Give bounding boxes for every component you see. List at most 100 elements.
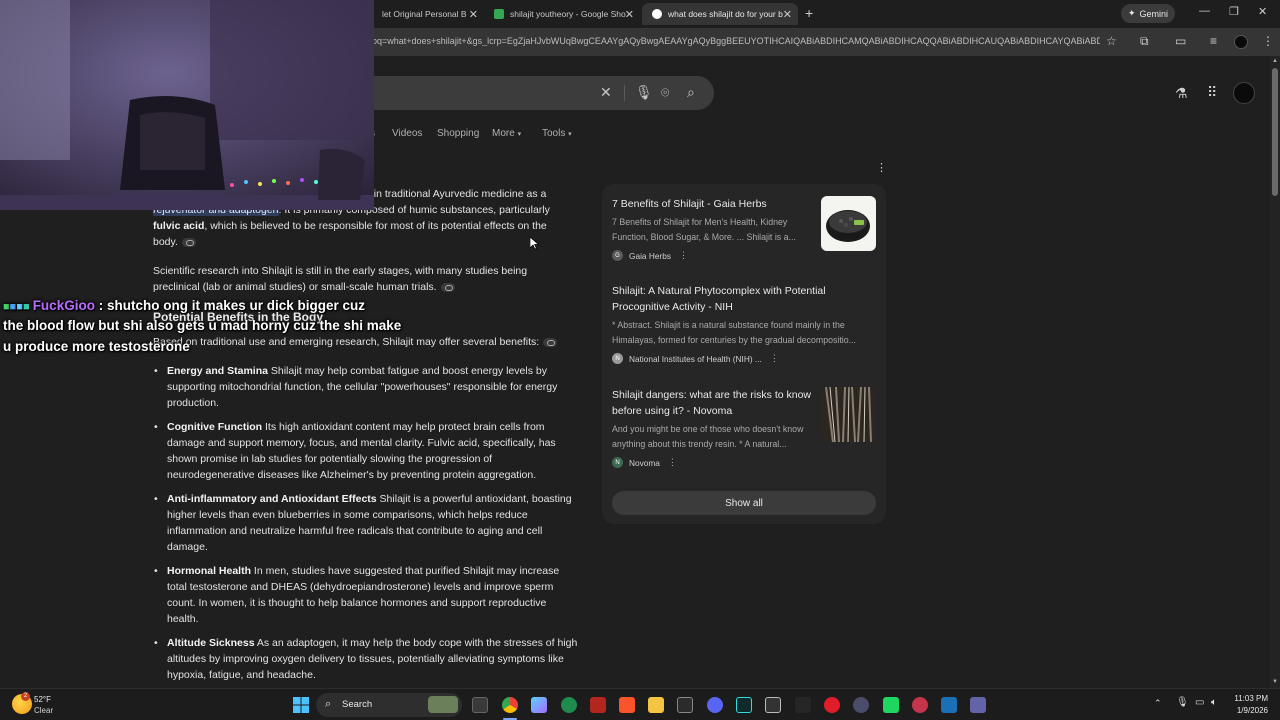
source-attribution[interactable]: N Novoma ⋮: [612, 457, 677, 468]
scrollbar-thumb[interactable]: [1272, 68, 1278, 196]
source-snippet-line: And you might be one of those who doesn'…: [612, 424, 804, 434]
extensions-icon[interactable]: ⧉: [1140, 34, 1149, 49]
bold-term: fulvic acid: [153, 220, 205, 232]
source-title-link[interactable]: Shilajit dangers: what are the risks to …: [612, 387, 811, 403]
media-icon[interactable]: ≡: [1210, 34, 1217, 48]
teams-icon[interactable]: [970, 697, 986, 713]
brave-icon[interactable]: [619, 697, 635, 713]
search-box[interactable]: ✕ 🎙︎ ⌾ ⌕: [360, 76, 714, 110]
p1-line-3-text: , which is believed to be responsible fo…: [204, 220, 547, 232]
steam-icon[interactable]: [941, 697, 957, 713]
app-icon[interactable]: [765, 697, 781, 713]
profile-avatar[interactable]: [1234, 35, 1248, 49]
source-menu-icon[interactable]: ⋮: [770, 353, 779, 364]
close-tab-icon[interactable]: ✕: [625, 8, 634, 21]
labs-flask-icon[interactable]: ⚗: [1175, 85, 1188, 102]
apps-grid-icon[interactable]: ⠿: [1207, 84, 1217, 101]
tab-shopping[interactable]: Shopping: [437, 128, 479, 139]
app-icon[interactable]: [912, 697, 928, 713]
tab-more-label: More: [492, 128, 515, 139]
windows-start-icon[interactable]: [293, 697, 309, 713]
browser-tab-active[interactable]: what does shilajit do for your b ✕: [642, 3, 798, 25]
source-snippet-line: Himalayas, formed for centuries by the g…: [612, 335, 856, 345]
restore-icon[interactable]: ❐: [1229, 5, 1239, 18]
chevron-down-icon: ▾: [517, 131, 522, 138]
search-divider: [624, 85, 625, 101]
citation-link-icon[interactable]: [543, 337, 558, 347]
tray-overflow-icon[interactable]: ⌃: [1154, 698, 1162, 709]
source-title-link[interactable]: Shilajit: A Natural Phytocomplex with Po…: [612, 283, 826, 299]
show-all-button[interactable]: Show all: [612, 491, 876, 515]
google-favicon-icon: [652, 9, 662, 19]
source-attribution[interactable]: N National Institutes of Health (NIH) ..…: [612, 353, 779, 364]
citation-link-icon[interactable]: [181, 237, 196, 247]
shilajit-bowl-image: [826, 210, 870, 242]
source-menu-icon[interactable]: ⋮: [679, 250, 688, 261]
taskbar-search-box[interactable]: ⌕ Search: [316, 693, 462, 717]
address-bar-url[interactable]: oq=what+does+shilajit+&gs_lcrp=EgZjaHJvb…: [372, 36, 1100, 46]
chat-message-line: u produce more testosterone: [3, 339, 190, 354]
panel-menu-icon[interactable]: ⋮: [876, 161, 887, 174]
copilot-icon[interactable]: [531, 697, 547, 713]
new-tab-button[interactable]: +: [805, 5, 813, 21]
scroll-down-icon[interactable]: ▼: [1272, 679, 1278, 685]
browser-tab[interactable]: shilajit youtheory - Google Sho ✕: [484, 3, 640, 25]
clear-search-icon[interactable]: ✕: [600, 84, 612, 101]
gemini-label: Gemini: [1139, 8, 1169, 19]
opera-icon[interactable]: [824, 697, 840, 713]
search-icon: ⌕: [325, 698, 332, 710]
lens-camera-icon[interactable]: ⌾: [661, 84, 669, 101]
weather-temp[interactable]: 52°F: [34, 695, 51, 704]
bookmark-star-icon[interactable]: ☆: [1106, 34, 1117, 48]
volume-icon[interactable]: 🔈︎: [1211, 697, 1217, 708]
app-icon[interactable]: [795, 697, 811, 713]
source-title-link[interactable]: 7 Benefits of Shilajit - Gaia Herbs: [612, 196, 767, 212]
tree-bark-image: [821, 387, 876, 442]
tab-videos[interactable]: Videos: [392, 128, 422, 139]
browser-tab[interactable]: let Original Personal B ✕: [372, 3, 484, 25]
xbox-icon[interactable]: [561, 697, 577, 713]
search-icon[interactable]: ⌕: [687, 84, 695, 101]
source-thumbnail-image[interactable]: [821, 196, 876, 251]
file-explorer-icon[interactable]: [648, 697, 664, 713]
capcut-icon[interactable]: [677, 697, 693, 713]
menu-dots-icon[interactable]: ⋮: [1262, 34, 1274, 48]
clock-time[interactable]: 11:03 PM: [1232, 694, 1268, 703]
obs-icon[interactable]: [853, 697, 869, 713]
p2-text: Scientific research into Shilajit is sti…: [153, 265, 528, 293]
close-window-icon[interactable]: ✕: [1258, 5, 1267, 18]
source-name: National Institutes of Health (NIH) ...: [629, 353, 762, 364]
tab-tools[interactable]: Tools ▾: [542, 128, 572, 139]
source-menu-icon[interactable]: ⋮: [668, 457, 677, 468]
source-snippet-line: Function, Blood Sugar, & More. ... Shila…: [612, 232, 796, 242]
gemini-button[interactable]: ✦ Gemini: [1121, 4, 1175, 23]
source-thumbnail-image[interactable]: [821, 387, 876, 442]
app-icon[interactable]: [736, 697, 752, 713]
tab-more[interactable]: More ▾: [492, 128, 521, 139]
source-attribution[interactable]: G Gaia Herbs ⋮: [612, 250, 688, 261]
shopping-favicon-icon: [494, 9, 504, 19]
chat-message-line: ■■■■ FuckGioo : shutcho ong it makes ur …: [3, 298, 365, 313]
app-icon[interactable]: [590, 697, 606, 713]
scroll-up-icon[interactable]: ▲: [1272, 58, 1278, 64]
chrome-icon[interactable]: [502, 697, 518, 713]
app-icon[interactable]: [883, 697, 899, 713]
discord-icon[interactable]: [707, 697, 723, 713]
chevron-down-icon: ▾: [568, 131, 572, 138]
account-avatar[interactable]: [1233, 82, 1255, 104]
answer-paragraph-3: Based on traditional use and emerging re…: [153, 334, 593, 350]
taskbar-search-label: Search: [342, 699, 373, 710]
network-icon[interactable]: ▭: [1195, 697, 1204, 708]
minimize-icon[interactable]: —: [1199, 5, 1210, 17]
cast-icon[interactable]: ▭: [1175, 34, 1186, 48]
task-view-icon[interactable]: [472, 697, 488, 713]
close-tab-icon[interactable]: ✕: [783, 8, 792, 21]
citation-link-icon[interactable]: [440, 282, 455, 292]
clock-date[interactable]: 1/9/2026: [1232, 706, 1268, 715]
source-title-link[interactable]: before using it? - Novoma: [612, 403, 732, 419]
source-title-link[interactable]: Procognitive Activity - NIH: [612, 299, 733, 315]
close-tab-icon[interactable]: ✕: [469, 8, 478, 21]
microphone-icon[interactable]: 🎙︎: [635, 84, 653, 101]
microphone-icon[interactable]: 🎙︎: [1176, 697, 1189, 708]
weather-desc[interactable]: Clear: [34, 706, 53, 715]
